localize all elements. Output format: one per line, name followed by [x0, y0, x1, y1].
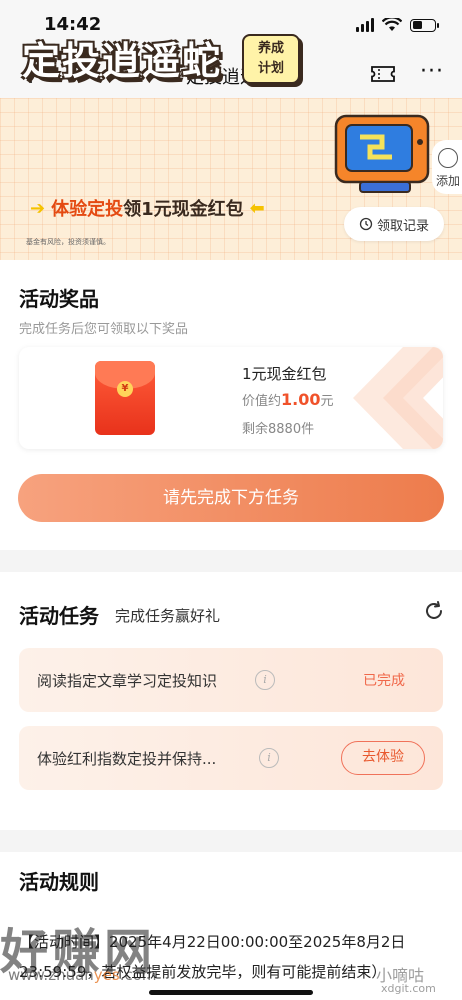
arrow-right-icon: ➔: [30, 197, 46, 219]
banner-subtitle-rest: 领1元现金红包: [123, 199, 244, 220]
battery-icon: [410, 18, 439, 32]
prize-value: 价值约1.00元: [242, 390, 334, 409]
prize-name: 1元现金红包: [242, 365, 327, 383]
info-icon[interactable]: i: [259, 748, 279, 768]
banner-subtitle-highlight: 体验定投: [51, 199, 124, 220]
prize-section-subtitle: 完成任务后您可领取以下奖品: [19, 322, 189, 337]
task-row: 阅读指定文章学习定投知识 i 已完成: [19, 648, 443, 712]
watermark-url: www.zhuanyes.com: [8, 966, 157, 984]
home-indicator: [149, 990, 313, 995]
banner-title: 定投逍遥蛇: [22, 39, 223, 83]
watermark-url-prefix: www.zhuan: [8, 966, 94, 984]
prize-value-unit: 元: [320, 394, 334, 409]
wifi-icon: [382, 18, 402, 31]
watermark-right-url: xdgit.com: [381, 982, 436, 995]
status-icons: [356, 18, 439, 32]
prize-value-prefix: 价值约: [242, 394, 282, 409]
clock-icon: [359, 217, 373, 231]
banner-badge: 养成 计划: [242, 34, 300, 84]
info-icon[interactable]: i: [255, 670, 275, 690]
claim-record-button[interactable]: 领取记录: [344, 207, 444, 241]
ticket-icon[interactable]: [370, 62, 396, 86]
history-icon: [438, 148, 458, 168]
task-row: 体验红利指数定投并保持... i 去体验: [19, 726, 443, 790]
prize-remaining: 剩余8880件: [242, 422, 315, 437]
banner-badge-line1: 养成: [257, 41, 284, 56]
go-experience-button[interactable]: 去体验: [341, 741, 425, 775]
task-label: 体验红利指数定投并保持...: [37, 750, 217, 768]
prize-section-title: 活动奖品: [19, 287, 99, 311]
claim-record-label: 领取记录: [376, 218, 429, 234]
add-favorite-button[interactable]: 添加: [432, 140, 462, 194]
add-favorite-label: 添加: [436, 174, 461, 188]
chevron-decoration-icon: [353, 347, 443, 449]
prize-card: ¥ 1元现金红包 价值约1.00元 剩余8880件: [19, 347, 443, 449]
rules-section-title: 活动规则: [19, 870, 99, 894]
task-label: 阅读指定文章学习定投知识: [37, 672, 218, 690]
signal-icon: [356, 18, 374, 32]
task-section-subtitle: 完成任务赢好礼: [115, 607, 221, 625]
watermark-url-highlight: yes: [93, 966, 120, 984]
watermark-url-suffix: .com: [119, 966, 157, 984]
risk-note: 基金有风险，投资须谨慎。: [26, 238, 110, 246]
prize-value-amount: 1.00: [281, 390, 321, 409]
task-section-title: 活动任务: [19, 604, 99, 628]
refresh-icon[interactable]: [423, 600, 445, 622]
banner-badge-line2: 计划: [257, 61, 284, 76]
banner-subtitle: ➔ 体验定投 领1元现金红包 ⬅: [30, 195, 265, 221]
red-envelope-icon: ¥: [95, 361, 155, 435]
retro-tv-icon: [334, 114, 430, 193]
more-button[interactable]: ···: [420, 60, 444, 84]
complete-tasks-button[interactable]: 请先完成下方任务: [18, 474, 444, 522]
envelope-coin: ¥: [117, 381, 133, 397]
arrow-left-icon: ⬅: [249, 197, 265, 219]
task-status-completed: 已完成: [363, 673, 405, 689]
